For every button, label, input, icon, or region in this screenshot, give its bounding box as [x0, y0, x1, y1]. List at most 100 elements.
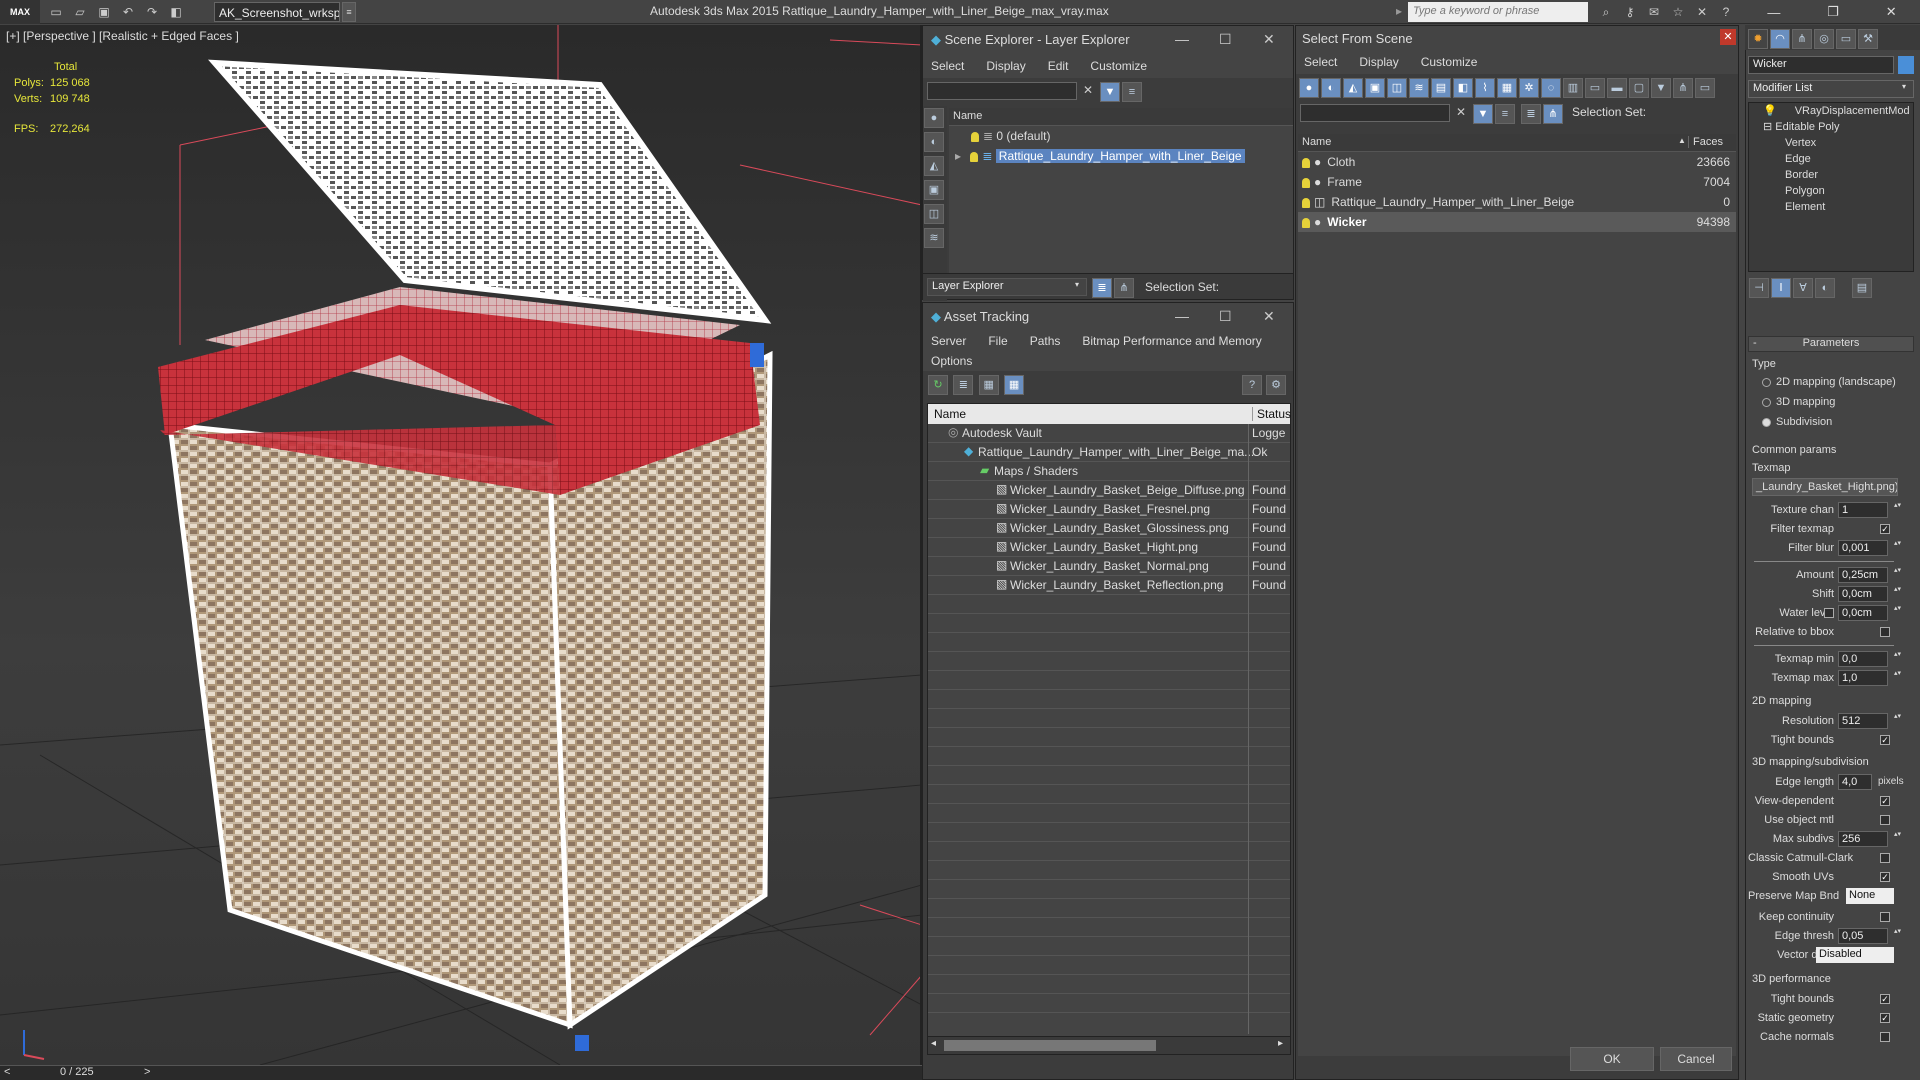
table-view-icon[interactable]: ▦	[1004, 375, 1025, 395]
spinner-arrows-icon[interactable]: ▴▾	[1894, 605, 1901, 613]
maximize-icon[interactable]: ☐	[1219, 308, 1232, 325]
layer-row-default[interactable]: ≣ 0 (default)	[949, 126, 1293, 146]
object-row[interactable]: ◫ Rattique_Laundry_Hamper_with_Liner_Beig…	[1298, 192, 1736, 212]
hierarchy-icon[interactable]: ⋔	[1673, 78, 1693, 98]
project-icon[interactable]: ◧	[167, 4, 185, 20]
viewport-label[interactable]: [+] [Perspective ] [Realistic + Edged Fa…	[6, 29, 239, 43]
bulb-icon[interactable]	[1302, 197, 1310, 208]
radio-icon[interactable]	[1762, 417, 1771, 427]
type-radio-option[interactable]: 3D mapping	[1762, 396, 1835, 408]
new-file-icon[interactable]: ▭	[47, 4, 65, 20]
scroll-left-icon[interactable]: ◂	[931, 1038, 936, 1049]
binoculars-icon[interactable]: ⌕	[1597, 4, 1615, 20]
checkbox[interactable]	[1880, 815, 1890, 825]
workspace-dropdown[interactable]: AK_Screenshot_wrksp	[214, 2, 340, 22]
value-spinner[interactable]: 512	[1838, 713, 1888, 729]
minimize-icon[interactable]: —	[1175, 31, 1189, 47]
maximize-icon[interactable]: ☐	[1219, 31, 1232, 48]
hierarchy-tab-icon[interactable]: ⋔	[1792, 29, 1812, 49]
menu-paths[interactable]: Paths	[1030, 334, 1061, 348]
bones-filter-icon[interactable]: ⌇	[1475, 78, 1495, 98]
column-status-header[interactable]: Status	[1252, 407, 1291, 421]
settings-icon[interactable]: ⚙	[1266, 375, 1286, 395]
display-all-icon[interactable]: ▥	[1563, 78, 1583, 98]
spinner-arrows-icon[interactable]: ▴▾	[1894, 928, 1901, 936]
menu-customize[interactable]: Customize	[1421, 55, 1478, 69]
stack-item-vertex[interactable]: Vertex	[1749, 135, 1913, 151]
cameras-filter-icon[interactable]: ▣	[1365, 78, 1385, 98]
create-tab-icon[interactable]: ✹	[1748, 29, 1768, 49]
thumbnail-icon[interactable]: ▦	[978, 375, 999, 395]
stack-item-vraydisplacement[interactable]: 💡 VRayDisplacementMod	[1749, 103, 1913, 119]
containers-filter-icon[interactable]: ▦	[1497, 78, 1517, 98]
type-radio-option[interactable]: Subdivision	[1762, 416, 1832, 428]
display-cameras-icon[interactable]: ▣	[924, 180, 944, 200]
menu-select[interactable]: Select	[1304, 55, 1337, 69]
hierarchy-icon[interactable]: ⋔	[1114, 278, 1134, 298]
close-icon[interactable]: ✕	[1263, 31, 1275, 48]
time-prev-button[interactable]: <	[4, 1066, 10, 1078]
display-tab-icon[interactable]: ▭	[1836, 29, 1856, 49]
scroll-right-icon[interactable]: ▸	[1278, 1038, 1283, 1049]
display-lights-icon[interactable]: ◭	[924, 156, 944, 176]
app-logo[interactable]: MAX	[0, 0, 40, 24]
geometry-filter-icon[interactable]: ●	[1299, 78, 1319, 98]
configure-sets-icon[interactable]: ▤	[1852, 278, 1872, 298]
helpers-filter-icon[interactable]: ◫	[1387, 78, 1407, 98]
menu-display[interactable]: Display	[1359, 55, 1398, 69]
subscription-icon[interactable]: ⚷	[1621, 4, 1639, 20]
chevron-down-icon[interactable]: ▾	[1075, 280, 1079, 289]
keyword-search-input[interactable]: Type a keyword or phrase	[1408, 2, 1588, 22]
cancel-button[interactable]: Cancel	[1660, 1047, 1732, 1071]
open-folder-icon[interactable]: ▱	[71, 4, 89, 20]
asset-row[interactable]: ▧ Wicker_Laundry_Basket_Hight.png Found	[928, 538, 1290, 557]
menu-file[interactable]: File	[988, 334, 1007, 348]
object-row[interactable]: ● Frame 7004	[1298, 172, 1736, 192]
expand-arrow-icon[interactable]: ▸	[955, 149, 961, 163]
asset-row[interactable]: ▰ Maps / Shaders	[928, 462, 1290, 481]
workspace-menu-icon[interactable]: ≡	[342, 2, 356, 22]
lights-filter-icon[interactable]: ◭	[1343, 78, 1363, 98]
checkbox[interactable]	[1880, 1032, 1890, 1042]
utilities-tab-icon[interactable]: ⚒	[1858, 29, 1878, 49]
display-helpers-icon[interactable]: ◫	[924, 204, 944, 224]
pin-stack-icon[interactable]: ⊣	[1749, 278, 1769, 298]
communication-icon[interactable]: ✉	[1645, 4, 1663, 20]
stack-item-polygon[interactable]: Polygon	[1749, 183, 1913, 199]
menu-display[interactable]: Display	[986, 59, 1025, 73]
value-spinner[interactable]: 1	[1838, 502, 1888, 518]
asset-tracking-titlebar[interactable]: ◆ Asset Tracking — ☐ ✕	[923, 303, 1293, 331]
collapse-icon[interactable]: ⊟	[1763, 121, 1772, 133]
groups-filter-icon[interactable]: ▤	[1431, 78, 1451, 98]
checkbox[interactable]: ✓	[1880, 1013, 1890, 1023]
sort-icon[interactable]: ≡	[1122, 82, 1142, 102]
radio-icon[interactable]	[1762, 397, 1771, 407]
bulb-icon[interactable]	[1302, 177, 1310, 188]
checkbox[interactable]	[1880, 627, 1890, 637]
column-name-header[interactable]: Name	[1302, 136, 1331, 148]
minimize-icon[interactable]: —	[1175, 308, 1189, 324]
menu-customize[interactable]: Customize	[1090, 59, 1147, 73]
chevron-down-icon[interactable]: ▾	[1902, 82, 1906, 91]
checkbox[interactable]: ✓	[1880, 796, 1890, 806]
spinner-arrows-icon[interactable]: ▴▾	[1894, 651, 1901, 659]
value-spinner[interactable]: 0,001	[1838, 540, 1888, 556]
close-icon[interactable]: ✕	[1886, 4, 1897, 20]
object-row[interactable]: ● Cloth 23666	[1298, 152, 1736, 172]
spinner-arrows-icon[interactable]: ▴▾	[1894, 586, 1901, 594]
help-icon[interactable]: ?	[1242, 375, 1262, 395]
stack-item-element[interactable]: Element	[1749, 199, 1913, 215]
warps-filter-icon[interactable]: ≋	[1409, 78, 1429, 98]
preserve-map-dropdown[interactable]: None	[1846, 888, 1894, 904]
display-geometry-icon[interactable]: ●	[924, 108, 944, 128]
refresh-icon[interactable]: ↻	[928, 375, 948, 395]
motion-tab-icon[interactable]: ◎	[1814, 29, 1834, 49]
menu-server[interactable]: Server	[931, 334, 966, 348]
column-name-header[interactable]: Name	[934, 407, 966, 421]
lightbulb-icon[interactable]: 💡	[1763, 105, 1777, 117]
spinner-arrows-icon[interactable]: ▴▾	[1894, 670, 1901, 678]
close-icon[interactable]: ✕	[1263, 308, 1275, 325]
ok-button[interactable]: OK	[1570, 1047, 1654, 1071]
minimize-icon[interactable]: —	[1767, 5, 1780, 20]
autodesk-exchange-icon[interactable]: ✕	[1693, 4, 1711, 20]
